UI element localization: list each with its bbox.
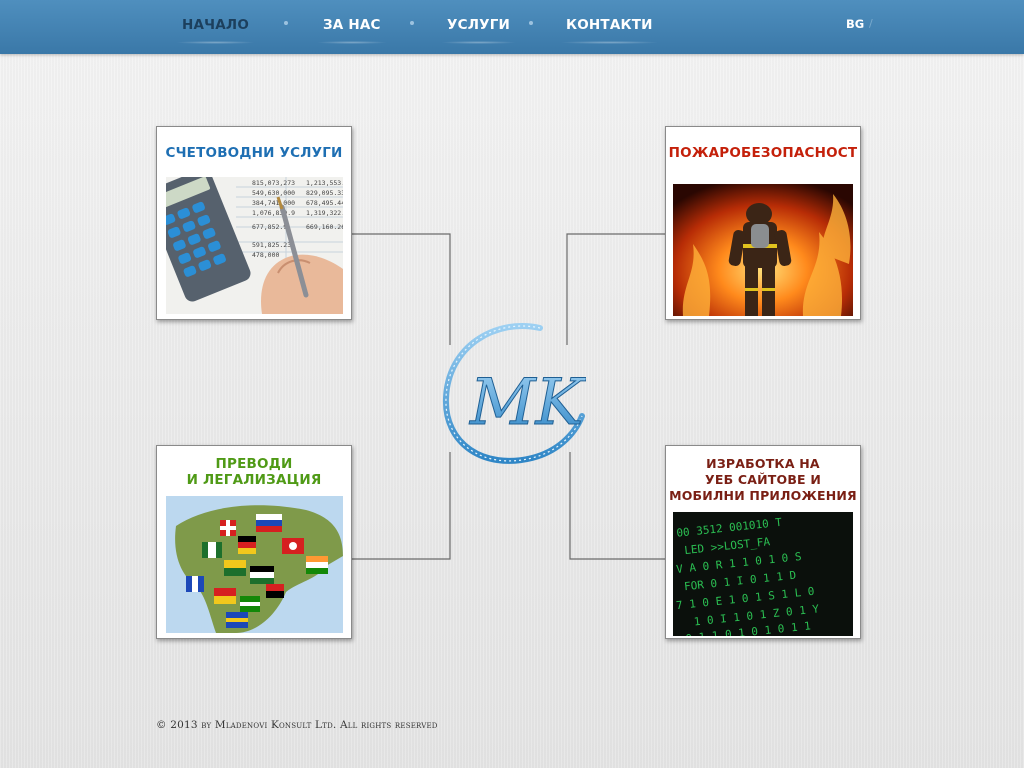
matrix-code-image: 00 3512 001010 T LED >>LOST_FA V A 0 R 1… <box>673 512 853 636</box>
svg-text:384,741,000: 384,741,000 <box>252 199 295 207</box>
firefighter-flames-image <box>673 184 853 316</box>
svg-text:549,630,000: 549,630,000 <box>252 189 295 197</box>
svg-text:1,319,322.32: 1,319,322.32 <box>306 209 343 217</box>
svg-text:677,852.9: 677,852.9 <box>252 223 287 231</box>
card-title-line: ИЗРАБОТКА НА <box>706 456 820 471</box>
footer-copyright: © 2013 by Mladenovi Konsult Ltd. All rig… <box>156 719 438 731</box>
service-card-translations[interactable]: ПРЕВОДИ И ЛЕГАЛИЗАЦИЯ <box>156 445 352 639</box>
svg-text:669,160.26: 669,160.26 <box>306 223 343 231</box>
svg-text:478,000: 478,000 <box>252 251 279 259</box>
card-title-line: И ЛЕГАЛИЗАЦИЯ <box>186 472 322 488</box>
svg-text:829,095.33: 829,095.33 <box>306 189 343 197</box>
calculator-ledger-image: 815,073,273 1,213,553.54 549,630,000 829,0… <box>166 177 343 314</box>
company-logo: MK <box>442 323 586 464</box>
card-title-line: МОБИЛНИ ПРИЛОЖЕНИЯ <box>669 488 857 503</box>
world-flags-map-image <box>166 496 343 633</box>
service-card-web-development[interactable]: ИЗРАБОТКА НА УЕБ САЙТОВЕ И МОБИЛНИ ПРИЛО… <box>665 445 861 639</box>
card-title: ПОЖАРОБЕЗОПАСНОСТ <box>668 145 858 161</box>
card-title: ПРЕВОДИ И ЛЕГАЛИЗАЦИЯ <box>157 456 351 488</box>
card-title-line: УЕБ САЙТОВЕ И <box>705 472 821 487</box>
service-card-fire-safety[interactable]: ПОЖАРОБЕЗОПАСНОСТ <box>665 126 861 320</box>
svg-text:1,213,553.54: 1,213,553.54 <box>306 179 343 187</box>
svg-text:591,825.23: 591,825.23 <box>252 241 291 249</box>
card-title: ИЗРАБОТКА НА УЕБ САЙТОВЕ И МОБИЛНИ ПРИЛО… <box>666 456 860 504</box>
service-card-accounting[interactable]: СЧЕТОВОДНИ УСЛУГИ 815,073,273 1,213,553.5… <box>156 126 352 320</box>
svg-text:678,495.44: 678,495.44 <box>306 199 343 207</box>
card-title: СЧЕТОВОДНИ УСЛУГИ <box>165 145 343 161</box>
svg-text:815,073,273: 815,073,273 <box>252 179 295 187</box>
logo-monogram: MK <box>469 366 586 440</box>
svg-text:1,076,839.9: 1,076,839.9 <box>252 209 295 217</box>
card-title-line: ПРЕВОДИ <box>215 456 293 472</box>
